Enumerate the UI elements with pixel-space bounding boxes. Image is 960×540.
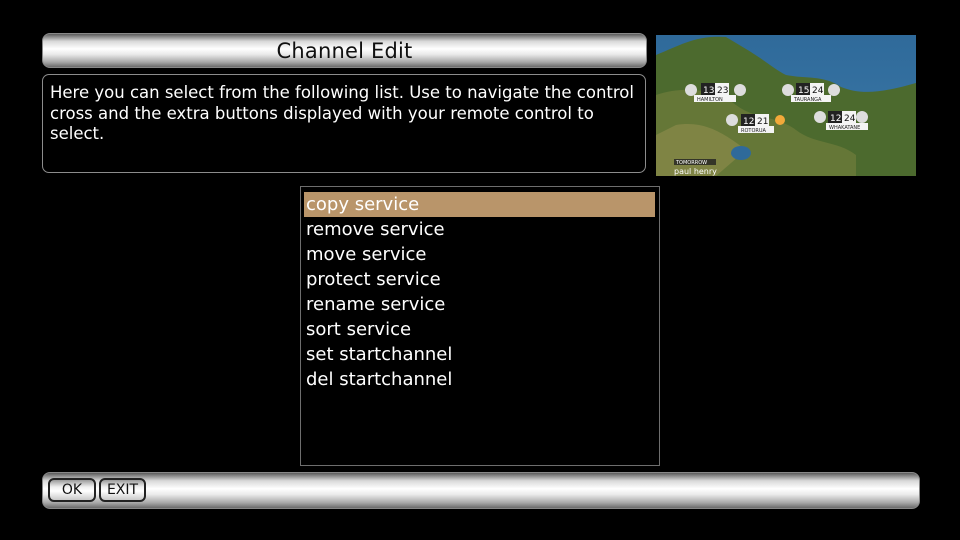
weather-map-image: 13 23 HAMILTON 15 24 TAURANGA 12 21 ROTO…: [656, 35, 916, 176]
menu-item-del-startchannel[interactable]: del startchannel: [304, 367, 655, 392]
exit-button[interactable]: EXIT: [99, 478, 146, 502]
hamilton-label: HAMILTON: [697, 97, 723, 103]
tv-preview: 13 23 HAMILTON 15 24 TAURANGA 12 21 ROTO…: [656, 35, 916, 176]
rotorua-low: 12: [743, 117, 754, 127]
menu-item-sort-service[interactable]: sort service: [304, 317, 655, 342]
menu-item-copy-service[interactable]: copy service: [304, 192, 655, 217]
whakatane-high: 24: [844, 114, 856, 124]
rotorua-high: 21: [757, 117, 768, 127]
menu-item-protect-service[interactable]: protect service: [304, 267, 655, 292]
tauranga-high: 24: [812, 86, 824, 96]
rotorua-label: ROTORUA: [741, 128, 767, 134]
tauranga-label: TAURANGA: [793, 97, 822, 103]
hamilton-low: 13: [703, 86, 714, 96]
whakatane-low: 12: [830, 114, 841, 124]
service-menu: copy service remove service move service…: [300, 186, 660, 466]
whakatane-label: WHAKATANE: [829, 125, 860, 131]
hamilton-high: 23: [717, 86, 728, 96]
help-text-panel: Here you can select from the following l…: [42, 74, 646, 173]
menu-item-remove-service[interactable]: remove service: [304, 217, 655, 242]
menu-item-move-service[interactable]: move service: [304, 242, 655, 267]
help-text: Here you can select from the following l…: [50, 83, 634, 143]
ok-button[interactable]: OK: [48, 478, 96, 502]
button-bar: OK EXIT: [42, 472, 920, 509]
page-title: Channel Edit: [276, 38, 413, 63]
title-bar: Channel Edit: [42, 33, 647, 68]
preview-presenter: paul henry: [674, 167, 717, 176]
menu-item-set-startchannel[interactable]: set startchannel: [304, 342, 655, 367]
preview-tag: TOMORROW: [675, 160, 707, 166]
menu-item-rename-service[interactable]: rename service: [304, 292, 655, 317]
tauranga-low: 15: [798, 86, 809, 96]
